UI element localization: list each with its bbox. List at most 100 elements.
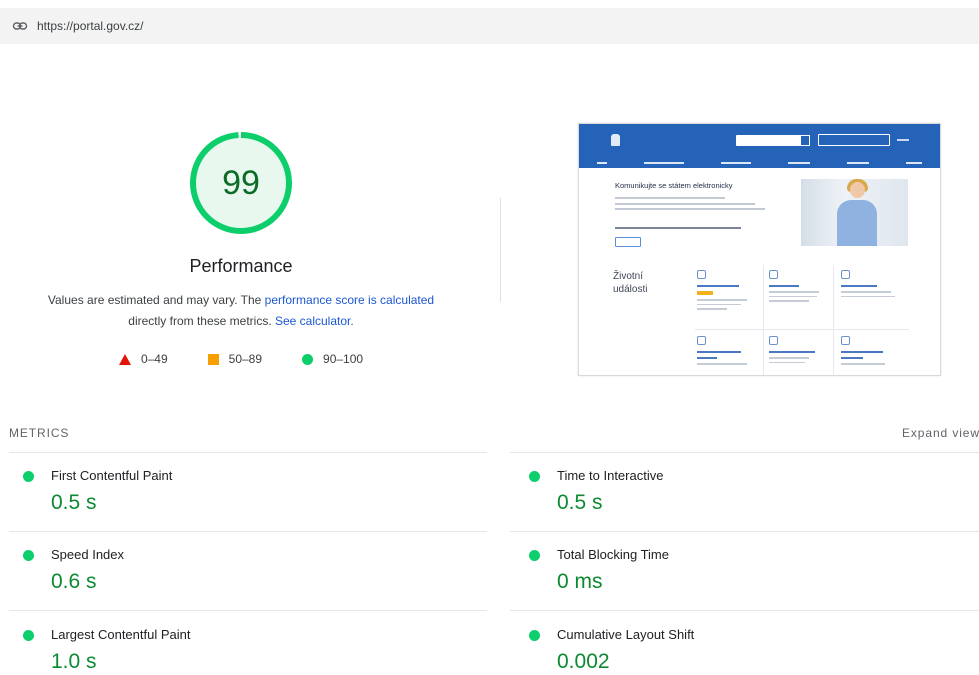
- orange-square-icon: [207, 353, 219, 365]
- preview-card-icon: [841, 270, 850, 279]
- score-calculation-link[interactable]: performance score is calculated: [265, 293, 434, 307]
- preview-bullet-line: [615, 208, 765, 210]
- metric-total-blocking-time: Total Blocking Time 0 ms: [529, 546, 969, 616]
- preview-search-icon: [800, 135, 810, 146]
- preview-card: [697, 270, 761, 332]
- preview-card-text: [769, 361, 805, 363]
- legend-range-average: 50–89: [228, 352, 263, 366]
- preview-card-text: [841, 291, 891, 293]
- red-triangle-icon: [118, 353, 131, 365]
- preview-nav: [579, 158, 940, 168]
- metric-name: Time to Interactive: [557, 468, 664, 483]
- preview-grid-line: [833, 265, 834, 375]
- pass-status-icon: [23, 471, 34, 482]
- description-text-2: directly from these metrics.: [128, 314, 275, 328]
- preview-search-box: [736, 135, 810, 146]
- preview-nav-item: [905, 162, 922, 164]
- preview-nav-item: [597, 162, 608, 164]
- preview-person-body: [837, 200, 877, 246]
- metric-cumulative-layout-shift: Cumulative Layout Shift 0.002: [529, 626, 969, 675]
- metric-value: 0.5 s: [51, 491, 97, 514]
- metric-name: Cumulative Layout Shift: [557, 627, 695, 642]
- preview-card-badge: [697, 291, 713, 295]
- preview-site-header: [579, 124, 940, 168]
- preview-card-icon: [769, 336, 778, 345]
- preview-card-text: [697, 363, 747, 365]
- metric-time-to-interactive: Time to Interactive 0.5 s: [529, 467, 969, 537]
- page-screenshot-thumbnail[interactable]: Komunikujte se státem elektronicky Život…: [578, 123, 941, 376]
- pass-status-icon: [529, 630, 540, 641]
- preview-card-text: [697, 299, 747, 301]
- metric-largest-contentful-paint: Largest Contentful Paint 1.0 s: [23, 626, 463, 675]
- preview-card-title: [769, 285, 799, 287]
- preview-cta-text: [615, 227, 741, 229]
- score-description: Values are estimated and may vary. The p…: [0, 290, 482, 332]
- metric-value: 1.0 s: [51, 650, 97, 673]
- metric-name: Speed Index: [51, 547, 125, 562]
- preview-card: [841, 270, 905, 332]
- metric-value: 0.6 s: [51, 570, 97, 593]
- preview-nav-item: [787, 162, 810, 164]
- metrics-divider: [510, 452, 979, 453]
- preview-card-title: [697, 285, 739, 287]
- preview-card-title: [841, 351, 883, 353]
- preview-card-title: [769, 351, 815, 353]
- metric-name: Largest Contentful Paint: [51, 627, 191, 642]
- preview-card-text: [769, 357, 809, 359]
- preview-more-button: [615, 237, 641, 247]
- preview-card: [769, 336, 833, 375]
- preview-life-events-title: Životní události: [613, 271, 648, 295]
- metric-value: 0 ms: [557, 570, 603, 593]
- preview-bullet-list: [615, 197, 765, 214]
- preview-card-icon: [841, 336, 850, 345]
- preview-card-title: [697, 357, 717, 359]
- metric-first-contentful-paint: First Contentful Paint 0.5 s: [23, 467, 463, 537]
- metrics-section-label: METRICS: [9, 426, 70, 440]
- preview-hero-title: Komunikujte se státem elektronicky: [615, 181, 733, 190]
- url-bar: https://portal.gov.cz/: [0, 8, 979, 44]
- preview-nav-item: [846, 162, 869, 164]
- preview-login-button: [818, 134, 890, 146]
- preview-grid-line: [763, 265, 764, 375]
- performance-score-gauge[interactable]: 99: [188, 130, 294, 236]
- preview-card-text: [769, 291, 819, 293]
- preview-card: [841, 336, 905, 375]
- preview-card-title: [841, 285, 877, 287]
- legend-item-average: 50–89: [207, 352, 263, 366]
- metric-name: First Contentful Paint: [51, 468, 173, 483]
- legend-item-fail: 0–49: [118, 352, 168, 366]
- page-url-link[interactable]: https://portal.gov.cz/: [37, 19, 144, 33]
- preview-card-title: [697, 351, 741, 353]
- description-text-1: Values are estimated and may vary. The: [47, 293, 265, 307]
- metric-speed-index: Speed Index 0.6 s: [23, 546, 463, 616]
- metric-value: 0.002: [557, 650, 610, 673]
- preview-card-text: [841, 295, 895, 297]
- preview-language-switch: [897, 139, 909, 141]
- preview-card-icon: [697, 336, 706, 345]
- preview-card-icon: [769, 270, 778, 279]
- preview-logo: [611, 134, 624, 146]
- preview-card-icon: [697, 270, 706, 279]
- legend-range-fail: 0–49: [140, 352, 168, 366]
- see-calculator-link[interactable]: See calculator.: [275, 314, 354, 328]
- metrics-divider: [9, 452, 487, 453]
- link-icon: [12, 18, 28, 34]
- green-circle-icon: [302, 353, 314, 365]
- preview-bullet-line: [615, 202, 755, 205]
- preview-card-title: [841, 357, 863, 359]
- performance-title: Performance: [189, 256, 293, 276]
- preview-card-text: [841, 363, 885, 365]
- preview-card: [697, 336, 761, 375]
- metric-value: 0.5 s: [557, 491, 603, 514]
- preview-card-text: [697, 308, 727, 310]
- performance-score-value: 99: [222, 163, 260, 202]
- preview-nav-item: [721, 162, 752, 164]
- legend-range-pass: 90–100: [323, 352, 364, 366]
- preview-card-text: [769, 295, 817, 297]
- legend-item-pass: 90–100: [302, 352, 363, 366]
- preview-lion-icon: [611, 134, 620, 146]
- expand-view-toggle[interactable]: Expand view: [902, 426, 979, 440]
- pass-status-icon: [23, 550, 34, 561]
- preview-card: [769, 270, 833, 332]
- pass-status-icon: [529, 550, 540, 561]
